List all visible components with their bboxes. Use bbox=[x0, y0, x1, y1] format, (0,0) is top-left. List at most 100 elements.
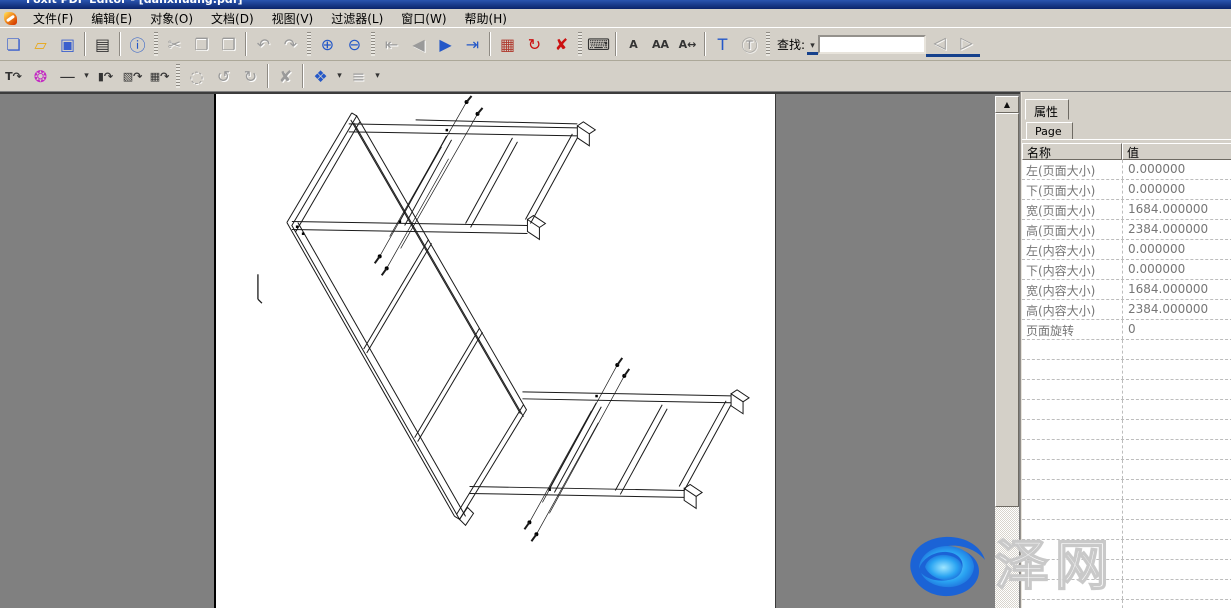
prop-value[interactable]: 0.000000 bbox=[1122, 160, 1231, 179]
delete-object-icon[interactable]: ✘ bbox=[272, 63, 299, 89]
insert-image-icon[interactable]: ▦↷ bbox=[146, 63, 173, 89]
empty-row bbox=[1022, 340, 1231, 360]
toolbar-grip[interactable] bbox=[766, 32, 770, 56]
rotate-left-icon[interactable]: ↺ bbox=[210, 63, 237, 89]
scrollbar-thumb[interactable] bbox=[995, 113, 1019, 507]
scroll-up-button[interactable]: ▲ bbox=[995, 96, 1019, 113]
zoom-out-icon[interactable]: ⊖ bbox=[341, 31, 368, 57]
table-row[interactable]: 页面旋转 0 bbox=[1022, 320, 1231, 340]
prop-name: 左(页面大小) bbox=[1022, 160, 1122, 179]
column-header-name[interactable]: 名称 bbox=[1022, 143, 1122, 160]
toolbar-grip[interactable] bbox=[371, 32, 375, 56]
properties-tab[interactable]: 属性 bbox=[1025, 99, 1069, 120]
column-header-value[interactable]: 值 bbox=[1122, 143, 1231, 160]
redo-icon[interactable]: ↷ bbox=[277, 31, 304, 57]
prop-value[interactable]: 0.000000 bbox=[1122, 240, 1231, 259]
vertical-scrollbar[interactable]: ▲ bbox=[995, 96, 1019, 608]
empty-row bbox=[1022, 460, 1231, 480]
menu-filter[interactable]: 过滤器(L) bbox=[322, 8, 392, 29]
panel-title-row: 属性 bbox=[1022, 95, 1231, 120]
open-icon[interactable]: ▱ bbox=[27, 31, 54, 57]
page-tab[interactable]: Page bbox=[1026, 122, 1073, 140]
rotate-right-icon[interactable]: ↻ bbox=[237, 63, 264, 89]
shapes-icon[interactable]: ❖ bbox=[307, 63, 334, 89]
prop-value[interactable]: 0 bbox=[1122, 320, 1231, 339]
prop-name: 高(内容大小) bbox=[1022, 300, 1122, 319]
toolbar-grip[interactable] bbox=[176, 64, 180, 88]
edit-text-icon[interactable]: T↷ bbox=[0, 63, 27, 89]
print-icon[interactable]: ▤ bbox=[89, 31, 116, 57]
toolbar-grip[interactable] bbox=[578, 32, 582, 56]
prop-value[interactable]: 0.000000 bbox=[1122, 180, 1231, 199]
table-row[interactable]: 左(内容大小) 0.000000 bbox=[1022, 240, 1231, 260]
find-dropdown-caret-icon[interactable]: ▾ bbox=[807, 33, 818, 55]
empty-row bbox=[1022, 440, 1231, 460]
prop-value[interactable]: 2384.000000 bbox=[1122, 300, 1231, 319]
menu-file[interactable]: 文件(F) bbox=[24, 8, 82, 29]
table-row[interactable]: 下(内容大小) 0.000000 bbox=[1022, 260, 1231, 280]
menu-object[interactable]: 对象(O) bbox=[141, 8, 202, 29]
table-row[interactable]: 宽(内容大小) 1684.000000 bbox=[1022, 280, 1231, 300]
document-canvas: ▲ bbox=[0, 92, 1020, 608]
info-icon[interactable]: ⓘ bbox=[124, 31, 151, 57]
line-style-caret-icon[interactable]: ▾ bbox=[81, 71, 92, 81]
zoom-in-icon[interactable]: ⊕ bbox=[314, 31, 341, 57]
toolbar-grip[interactable] bbox=[154, 32, 158, 56]
prop-value[interactable]: 1684.000000 bbox=[1122, 280, 1231, 299]
find-next-icon[interactable]: ▷ bbox=[953, 31, 980, 57]
char-spacing-icon[interactable]: AA bbox=[647, 31, 674, 57]
table-row[interactable]: 宽(页面大小) 1684.000000 bbox=[1022, 200, 1231, 220]
table-row[interactable]: 左(页面大小) 0.000000 bbox=[1022, 160, 1231, 180]
empty-row bbox=[1022, 540, 1231, 560]
copy-icon[interactable]: ❐ bbox=[188, 31, 215, 57]
h-scale-icon[interactable]: A↔ bbox=[674, 31, 701, 57]
main-toolbar: ❏ ▱ ▣ ▤ ⓘ ✂ ❐ ❒ ↶ ↷ ⊕ ⊖ ⇤ ◀ ▶ ⇥ ▦ ↻ ✘ ⌨ … bbox=[0, 28, 1231, 61]
find-prev-icon[interactable]: ◁ bbox=[926, 31, 953, 57]
toolbar-grip[interactable] bbox=[307, 32, 311, 56]
find-input[interactable] bbox=[818, 35, 926, 54]
prop-name: 下(内容大小) bbox=[1022, 260, 1122, 279]
prop-value[interactable]: 1684.000000 bbox=[1122, 200, 1231, 219]
paste-icon[interactable]: ❒ bbox=[215, 31, 242, 57]
select-object-icon[interactable]: ◌ bbox=[183, 63, 210, 89]
prop-value[interactable]: 0.000000 bbox=[1122, 260, 1231, 279]
align-icon[interactable]: ≡ bbox=[345, 63, 372, 89]
first-page-icon[interactable]: ⇤ bbox=[378, 31, 405, 57]
line-style-icon[interactable]: — bbox=[54, 63, 81, 89]
edit-image-icon[interactable]: ▧↷ bbox=[119, 63, 146, 89]
table-row[interactable]: 下(页面大小) 0.000000 bbox=[1022, 180, 1231, 200]
empty-row bbox=[1022, 560, 1231, 580]
prop-value[interactable]: 2384.000000 bbox=[1122, 220, 1231, 239]
empty-row bbox=[1022, 600, 1231, 608]
font-icon[interactable]: A bbox=[620, 31, 647, 57]
table-row[interactable]: 高(页面大小) 2384.000000 bbox=[1022, 220, 1231, 240]
menu-document[interactable]: 文档(D) bbox=[202, 8, 263, 29]
separator bbox=[302, 64, 304, 88]
page-layout-icon[interactable]: ▦ bbox=[494, 31, 521, 57]
keyboard-icon[interactable]: ⌨ bbox=[585, 31, 612, 57]
color-wheel-icon[interactable]: ❂ bbox=[27, 63, 54, 89]
align-caret-icon[interactable]: ▾ bbox=[372, 71, 383, 81]
add-text-icon[interactable]: T bbox=[709, 31, 736, 57]
prev-page-icon[interactable]: ◀ bbox=[405, 31, 432, 57]
delete-page-icon[interactable]: ✘ bbox=[548, 31, 575, 57]
empty-row bbox=[1022, 480, 1231, 500]
undo-icon[interactable]: ↶ bbox=[250, 31, 277, 57]
menu-edit[interactable]: 编辑(E) bbox=[82, 8, 141, 29]
menu-help[interactable]: 帮助(H) bbox=[456, 8, 516, 29]
shapes-caret-icon[interactable]: ▾ bbox=[334, 71, 345, 81]
text-circle-icon[interactable]: Ⓣ bbox=[736, 31, 763, 57]
table-row[interactable]: 高(内容大小) 2384.000000 bbox=[1022, 300, 1231, 320]
last-page-icon[interactable]: ⇥ bbox=[459, 31, 486, 57]
menu-bar: 文件(F) 编辑(E) 对象(O) 文档(D) 视图(V) 过滤器(L) 窗口(… bbox=[0, 9, 1231, 28]
cut-icon[interactable]: ✂ bbox=[161, 31, 188, 57]
menu-window[interactable]: 窗口(W) bbox=[392, 8, 455, 29]
save-icon[interactable]: ▣ bbox=[54, 31, 81, 57]
pdf-page[interactable] bbox=[214, 94, 776, 608]
menu-view[interactable]: 视图(V) bbox=[263, 8, 323, 29]
empty-row bbox=[1022, 520, 1231, 540]
new-icon[interactable]: ❏ bbox=[0, 31, 27, 57]
shading-icon[interactable]: ▮↷ bbox=[92, 63, 119, 89]
next-page-icon[interactable]: ▶ bbox=[432, 31, 459, 57]
insert-page-icon[interactable]: ↻ bbox=[521, 31, 548, 57]
